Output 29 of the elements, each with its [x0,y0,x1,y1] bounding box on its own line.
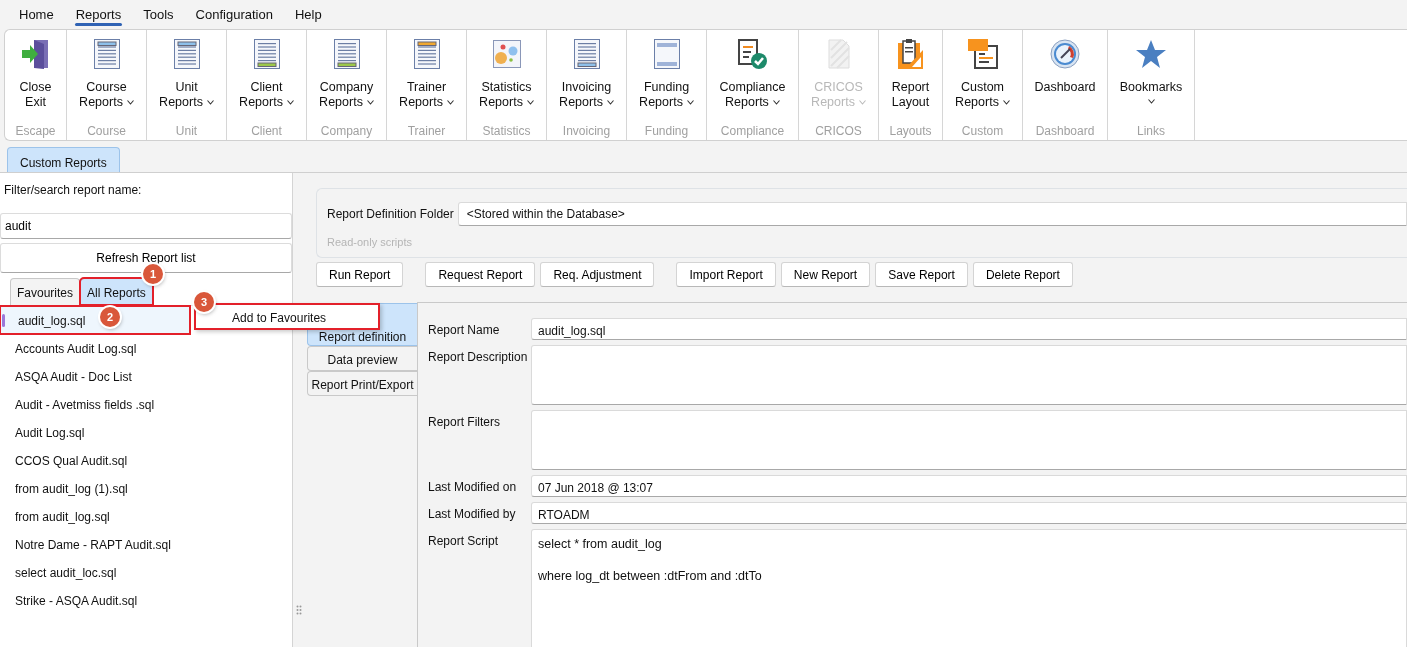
group-label: Dashboard [1035,123,1095,140]
read-only-note: Read-only scripts [327,235,413,250]
group-label: Compliance [720,123,785,140]
group-label: CRICOS [815,123,862,140]
step-number-badge: 1 [143,264,163,284]
group-label: Course [87,123,126,140]
code-line: where log_dt between :dtFrom and :dtTo [538,568,763,585]
field-label: Report Script [428,533,500,550]
group-label: Invoicing [562,123,611,140]
field-label: Last Modified on [428,479,518,496]
group-label: Trainer [407,123,446,140]
field-label: Report Name [428,322,501,339]
group-label: Layouts [889,123,932,140]
group-label: Funding [644,123,689,140]
group-label: Unit [175,123,198,140]
group-label: Escape [15,123,56,140]
field-label: Last Modified by [428,506,517,523]
group-label: Client [251,123,282,140]
group-label: Company [320,123,373,140]
group-label: Custom [961,123,1004,140]
folder-label: Report Definition Folder [327,206,454,223]
code-line: select * from audit_log [538,536,663,553]
field-label: Report Filters [428,414,502,431]
step-number-badge: 2 [100,307,120,327]
field-label: Report Description [428,349,529,366]
step-number-badge: 3 [194,292,214,312]
group-label: Links [1137,123,1165,140]
filter-label: Filter/search report name: [3,182,143,199]
group-label: Statistics [482,123,531,140]
